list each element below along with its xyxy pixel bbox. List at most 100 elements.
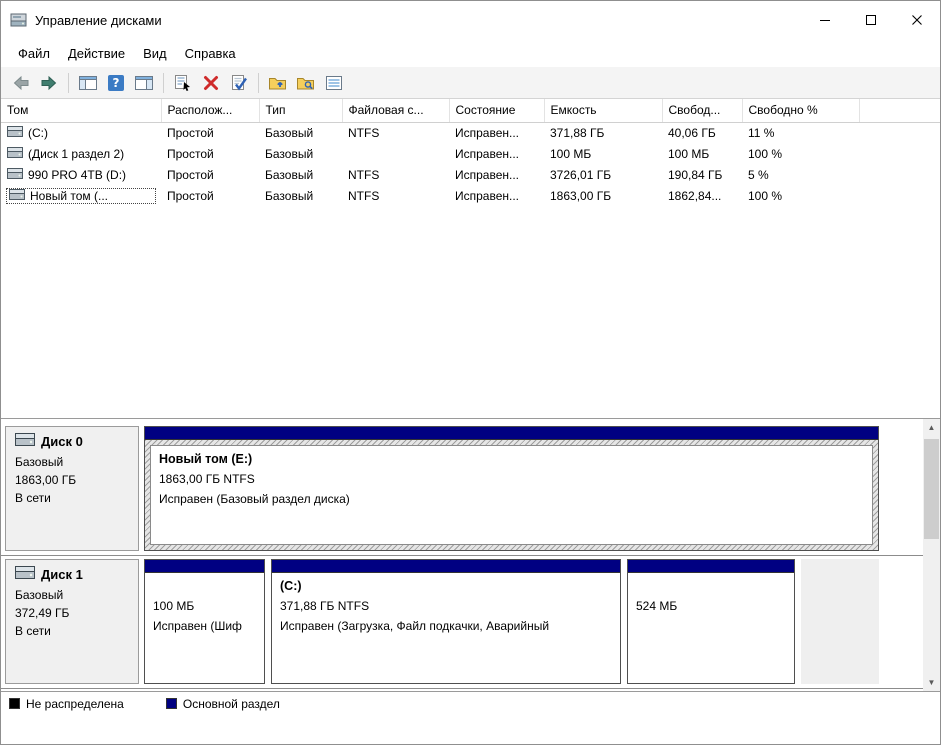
col-filesystem[interactable]: Файловая с... <box>342 99 449 122</box>
maximize-button[interactable] <box>848 1 894 39</box>
partition-system-100mb[interactable]: 100 МБ Исправен (Шиф <box>144 559 265 684</box>
cell-filesystem <box>342 143 449 164</box>
volume-name: (Диск 1 раздел 2) <box>28 147 124 161</box>
partition-title <box>636 576 786 596</box>
table-row[interactable]: 990 PRO 4TB (D:) Простой Базовый NTFS Ис… <box>1 164 940 185</box>
toolbar-separator <box>68 73 69 93</box>
col-status[interactable]: Состояние <box>449 99 544 122</box>
cell-filesystem: NTFS <box>342 185 449 206</box>
disk-management-window: Управление дисками Файл Действие Вид Спр… <box>0 0 941 745</box>
partition-size: 371,88 ГБ NTFS <box>280 596 612 616</box>
cell-free: 40,06 ГБ <box>662 122 742 143</box>
minimize-button[interactable] <box>802 1 848 39</box>
disk-type: Базовый <box>15 453 132 471</box>
volume-icon <box>7 126 23 140</box>
help-icon[interactable]: ? <box>102 70 130 96</box>
cell-type: Базовый <box>259 122 342 143</box>
partition-color-strip <box>145 560 264 573</box>
partition-status: Исправен (Загрузка, Файл подкачки, Авари… <box>280 616 612 636</box>
titlebar: Управление дисками <box>1 1 940 39</box>
col-type[interactable]: Тип <box>259 99 342 122</box>
menu-file[interactable]: Файл <box>9 42 59 65</box>
svg-text:?: ? <box>113 76 120 90</box>
disk-status: В сети <box>15 489 132 507</box>
table-row[interactable]: (Диск 1 раздел 2) Простой Базовый Исправ… <box>1 143 940 164</box>
open-folder-up-icon[interactable] <box>264 70 292 96</box>
disk-1-band: 100 МБ Исправен (Шиф (C:) 371,88 ГБ NTFS… <box>144 559 879 684</box>
col-capacity[interactable]: Емкость <box>544 99 662 122</box>
cell-capacity: 371,88 ГБ <box>544 122 662 143</box>
cell-layout: Простой <box>161 122 259 143</box>
partition-c-drive[interactable]: (C:) 371,88 ГБ NTFS Исправен (Загрузка, … <box>271 559 621 684</box>
scroll-up-icon[interactable]: ▲ <box>923 419 940 436</box>
col-free[interactable]: Свобод... <box>662 99 742 122</box>
disk-1-info[interactable]: Диск 1 Базовый 372,49 ГБ В сети <box>5 559 139 684</box>
legend-label: Основной раздел <box>183 697 280 711</box>
col-empty <box>859 99 940 122</box>
disk-0-info[interactable]: Диск 0 Базовый 1863,00 ГБ В сети <box>5 426 139 551</box>
close-button[interactable] <box>894 1 940 39</box>
menu-help[interactable]: Справка <box>176 42 245 65</box>
partition-new-volume-e[interactable]: Новый том (E:) 1863,00 ГБ NTFS Исправен … <box>144 426 879 551</box>
cell-filesystem: NTFS <box>342 122 449 143</box>
volume-name: 990 PRO 4TB (D:) <box>28 168 126 182</box>
partition-title: Новый том (E:) <box>159 449 864 469</box>
table-row-selected[interactable]: Новый том (... Простой Базовый NTFS Испр… <box>1 185 940 206</box>
cell-type: Базовый <box>259 143 342 164</box>
table-row[interactable]: (C:) Простой Базовый NTFS Исправен... 37… <box>1 122 940 143</box>
partition-title <box>153 576 256 596</box>
partition-color-strip <box>628 560 794 573</box>
explore-folder-icon[interactable] <box>292 70 320 96</box>
scrollbar-track[interactable] <box>923 436 940 674</box>
scrollbar-thumb[interactable] <box>924 439 939 539</box>
partition-recovery-524mb[interactable]: 524 МБ <box>627 559 795 684</box>
cell-layout: Простой <box>161 185 259 206</box>
volume-name: Новый том (... <box>30 189 108 203</box>
partition-size: 1863,00 ГБ NTFS <box>159 469 864 489</box>
col-volume[interactable]: Том <box>1 99 161 122</box>
show-console-tree-icon[interactable] <box>74 70 102 96</box>
back-icon[interactable] <box>7 70 35 96</box>
disk-0-row: Диск 0 Базовый 1863,00 ГБ В сети Новый т… <box>1 423 923 556</box>
col-free-percent[interactable]: Свободно % <box>742 99 859 122</box>
partition-color-strip <box>272 560 620 573</box>
partition-status: Исправен (Базовый раздел диска) <box>159 489 864 509</box>
cell-status: Исправен... <box>449 164 544 185</box>
legend: Не распределена Основной раздел <box>1 691 940 715</box>
menu-action[interactable]: Действие <box>59 42 134 65</box>
band-empty-area <box>801 559 879 684</box>
cell-status: Исправен... <box>449 185 544 206</box>
disk-size: 372,49 ГБ <box>15 604 132 622</box>
cell-free-percent: 11 % <box>742 122 859 143</box>
col-layout[interactable]: Располож... <box>161 99 259 122</box>
show-action-pane-icon[interactable] <box>130 70 158 96</box>
disk-type: Базовый <box>15 586 132 604</box>
cell-free: 100 МБ <box>662 143 742 164</box>
toolbar-separator <box>258 73 259 93</box>
volume-icon <box>7 168 23 182</box>
cell-capacity: 1863,00 ГБ <box>544 185 662 206</box>
context-menu-icon[interactable] <box>169 70 197 96</box>
cell-type: Базовый <box>259 185 342 206</box>
cell-capacity: 3726,01 ГБ <box>544 164 662 185</box>
menu-view[interactable]: Вид <box>134 42 176 65</box>
disk-1-row: Диск 1 Базовый 372,49 ГБ В сети 100 МБ И… <box>1 556 923 689</box>
cell-free-percent: 100 % <box>742 143 859 164</box>
volume-icon <box>7 147 23 161</box>
scroll-down-icon[interactable]: ▼ <box>923 674 940 691</box>
cell-type: Базовый <box>259 164 342 185</box>
window-controls <box>802 1 940 39</box>
toolbar-separator <box>163 73 164 93</box>
volume-icon <box>9 189 25 203</box>
forward-icon[interactable] <box>35 70 63 96</box>
primary-partition-swatch <box>166 698 177 709</box>
legend-label: Не распределена <box>26 697 124 711</box>
delete-volume-icon[interactable] <box>197 70 225 96</box>
partition-size: 100 МБ <box>153 596 256 616</box>
view-details-icon[interactable] <box>320 70 348 96</box>
cell-free: 190,84 ГБ <box>662 164 742 185</box>
disk-view-scrollbar[interactable]: ▲ ▼ <box>923 419 940 691</box>
mark-active-icon[interactable] <box>225 70 253 96</box>
cell-layout: Простой <box>161 143 259 164</box>
app-icon <box>10 12 28 28</box>
